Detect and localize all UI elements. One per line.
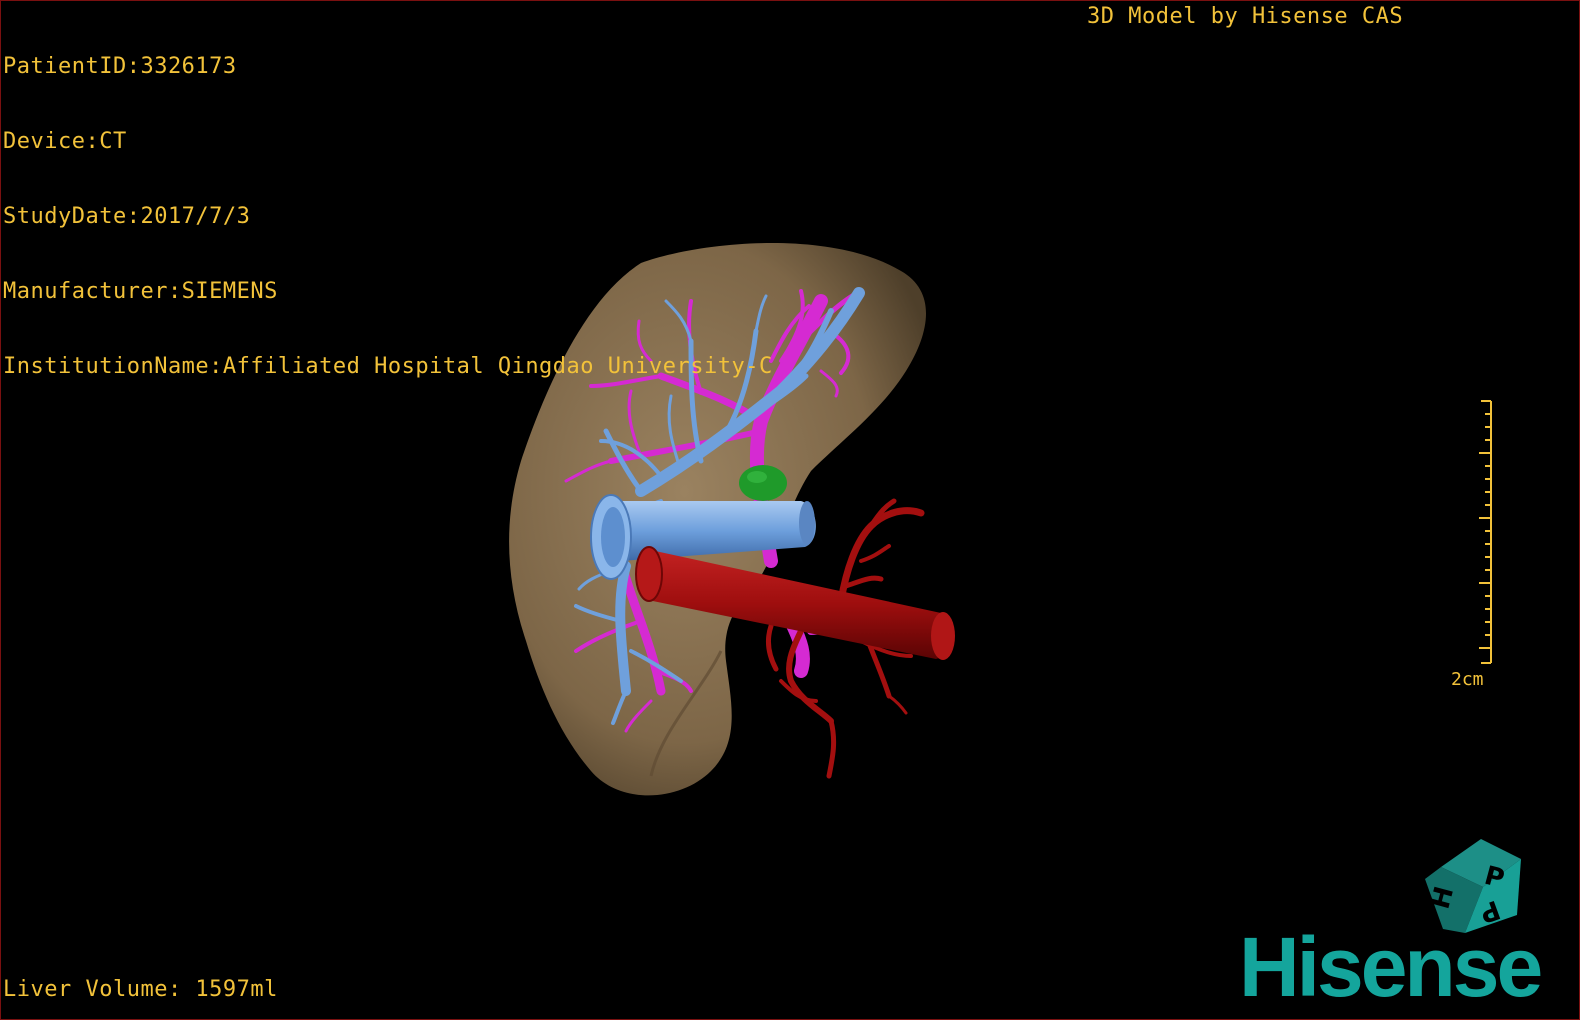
institution-label: InstitutionName:Affiliated Hospital Qing… — [3, 354, 773, 379]
dicom-info-overlay: PatientID:3326173 Device:CT StudyDate:20… — [3, 4, 773, 429]
study-date-label: StudyDate:2017/7/3 — [3, 204, 251, 229]
patient-id-label: PatientID:3326173 — [3, 54, 237, 79]
3d-render-viewport[interactable]: PatientID:3326173 Device:CT StudyDate:20… — [0, 0, 1580, 1020]
scale-bar-label: 2cm — [1451, 669, 1484, 690]
manufacturer-label: Manufacturer:SIEMENS — [3, 279, 278, 304]
lesion — [739, 465, 787, 501]
device-label: Device:CT — [3, 129, 127, 154]
hisense-logo: Hisense — [1239, 920, 1543, 1014]
liver-volume-readout: Liver Volume: 1597ml — [3, 977, 278, 1002]
model-brand-title: 3D Model by Hisense CAS — [1087, 4, 1404, 29]
scale-bar-icon — [1479, 400, 1492, 664]
